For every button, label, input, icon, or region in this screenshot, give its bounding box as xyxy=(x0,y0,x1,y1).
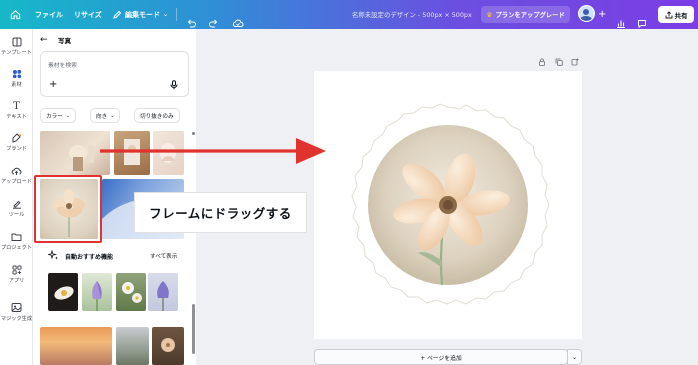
featured-photo[interactable] xyxy=(148,273,178,311)
lock-icon[interactable] xyxy=(538,58,546,66)
rail-label: アプリ xyxy=(8,278,25,284)
featured-photo[interactable] xyxy=(116,273,146,311)
scroll-indicator xyxy=(192,132,195,135)
filter-label: 切り抜きのみ xyxy=(140,113,174,120)
see-all-link[interactable]: すべて表示 xyxy=(150,252,177,260)
add-collaborator-icon[interactable]: + xyxy=(598,0,606,29)
photo-thumbnail[interactable] xyxy=(152,327,184,365)
left-rail: テンプレート 素材 T テキスト ブランド アップロード ツール プロジェクト … xyxy=(0,29,33,365)
draw-tool-icon xyxy=(12,200,21,209)
rail-item-apps[interactable]: アプリ xyxy=(0,265,33,284)
add-page-button[interactable]: + ページを追加 xyxy=(314,349,568,365)
filter-label: 向き xyxy=(96,113,108,120)
resize-menu[interactable]: リサイズ xyxy=(74,0,102,29)
featured-photo[interactable] xyxy=(82,273,112,311)
rail-label: マジック生成 xyxy=(0,316,33,322)
document-title[interactable]: 名称未設定のデザイン - 500px × 500px xyxy=(352,0,472,29)
filter-cutout[interactable]: 切り抜きのみ xyxy=(134,108,180,123)
rail-label: プロジェクト xyxy=(0,245,33,251)
share-label: 共有 xyxy=(674,11,688,20)
magic-media-icon xyxy=(11,303,22,312)
share-button[interactable]: 共有 xyxy=(658,6,694,23)
divider xyxy=(176,8,177,21)
upgrade-label: プランをアップグレード xyxy=(495,12,565,19)
scrollbar[interactable] xyxy=(192,304,195,354)
photo-thumbnail[interactable] xyxy=(40,327,112,365)
avatar[interactable] xyxy=(578,5,595,22)
elements-icon xyxy=(12,70,21,79)
rail-item-tools[interactable]: ツール xyxy=(0,199,33,218)
upload-cloud-icon xyxy=(11,167,22,175)
top-bar: ファイル リサイズ 編集モード ⌄ 名称未設定のデザイン - 500px × 5… xyxy=(0,0,698,29)
edit-mode-label: 編集モード xyxy=(125,10,160,19)
search-placeholder: 素材を検索 xyxy=(48,63,77,69)
selection-highlight xyxy=(34,175,102,243)
torn-paper-frame[interactable] xyxy=(314,71,582,339)
rail-label: テキスト xyxy=(6,114,27,120)
brand-icon xyxy=(12,133,22,143)
search-input[interactable]: 素材を検索 + xyxy=(40,51,189,97)
rail-label: ツール xyxy=(8,212,25,218)
folder-icon xyxy=(11,233,22,241)
chevron-down-icon: ⌄ xyxy=(163,11,169,18)
pencil-icon xyxy=(113,10,122,19)
back-arrow-icon[interactable]: ← xyxy=(40,35,48,45)
design-page[interactable] xyxy=(314,71,582,339)
rail-item-projects[interactable]: プロジェクト xyxy=(0,232,33,251)
rail-item-templates[interactable]: テンプレート xyxy=(0,37,33,56)
add-page-dropdown[interactable]: ⌄ xyxy=(567,349,582,365)
rail-label: テンプレート xyxy=(1,50,32,56)
filter-label: カラー xyxy=(46,113,63,120)
sparkle-icon xyxy=(48,250,59,260)
rail-label: ブランド xyxy=(6,146,27,152)
featured-title: 自動おすすめ機能 xyxy=(65,254,114,261)
add-page-icon[interactable] xyxy=(571,58,579,66)
apps-icon xyxy=(12,265,21,275)
rail-item-magic-media[interactable]: マジック生成 xyxy=(0,302,33,322)
featured-photo[interactable] xyxy=(48,273,78,311)
photo-thumbnail[interactable] xyxy=(116,327,149,365)
rail-item-uploads[interactable]: アップロード xyxy=(0,166,33,185)
duplicate-page-icon[interactable] xyxy=(555,58,563,66)
filter-orientation[interactable]: 向き ⌄ xyxy=(90,108,121,123)
instruction-callout: フレームにドラッグする xyxy=(134,192,307,233)
crown-icon: ♛ xyxy=(486,10,493,19)
edit-mode-dropdown[interactable]: 編集モード ⌄ xyxy=(113,0,168,29)
text-icon: T xyxy=(13,101,20,112)
chevron-down-icon: ⌄ xyxy=(571,353,578,361)
file-menu[interactable]: ファイル xyxy=(35,0,63,29)
chevron-down-icon: ⌄ xyxy=(110,112,115,119)
home-icon[interactable] xyxy=(10,9,21,20)
rail-label: アップロード xyxy=(0,179,33,185)
rail-label: 素材 xyxy=(11,82,22,88)
microphone-icon[interactable] xyxy=(170,80,178,90)
template-icon xyxy=(12,37,21,47)
drag-arrow xyxy=(100,138,326,164)
panel-title: 写真 xyxy=(58,37,71,45)
rail-item-brand[interactable]: ブランド xyxy=(0,133,33,152)
rail-item-text[interactable]: T テキスト xyxy=(0,101,33,120)
rail-item-elements[interactable]: 素材 xyxy=(0,69,33,88)
plus-icon[interactable]: + xyxy=(49,80,57,90)
share-icon xyxy=(665,10,672,18)
upgrade-button[interactable]: ♛ プランをアップグレード xyxy=(481,6,570,23)
chevron-down-icon: ⌄ xyxy=(65,112,70,119)
filter-color[interactable]: カラー ⌄ xyxy=(40,108,76,123)
